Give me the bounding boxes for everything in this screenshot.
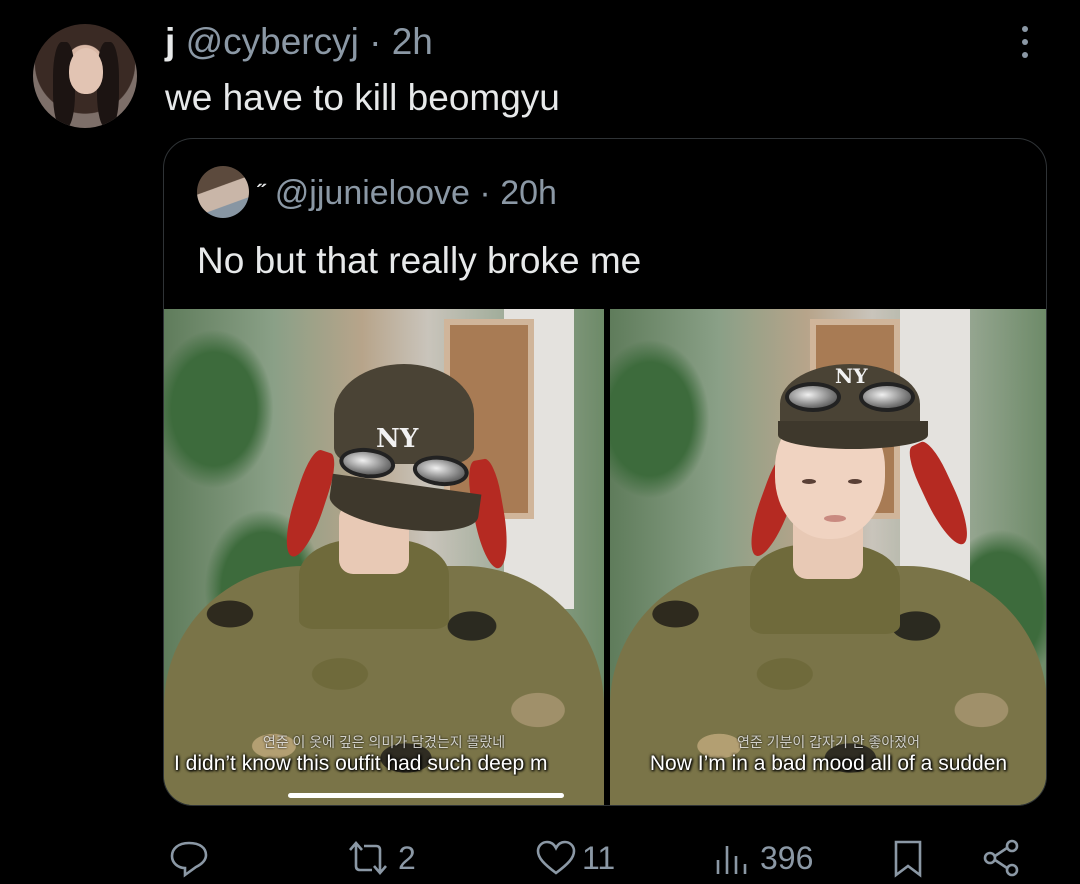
like-icon: [536, 840, 576, 875]
share-icon: [983, 839, 1019, 877]
media-scroll-indicator[interactable]: [288, 793, 564, 798]
quote-time: 20h: [500, 174, 557, 212]
view-count: 396: [760, 839, 814, 876]
quote-text: No but that really broke me: [197, 240, 642, 281]
subtitle-english: I didn’t know this outfit had such deep …: [174, 752, 548, 775]
quoted-tweet[interactable]: ˝ @jjunieloove · 20h No but that really …: [163, 138, 1047, 806]
retweet-count: 2: [398, 839, 416, 876]
like-button[interactable]: 11: [534, 838, 615, 878]
media-image-right[interactable]: NY 연준 기분이 갑자기 안 좋아졌어 Now I’m in a bad mo…: [610, 309, 1046, 805]
avatar-face: [69, 48, 103, 94]
media-image-left[interactable]: NY 연준 이 옷에 깊은 의미가 담겼는지 몰랐네 I didn’t know…: [164, 309, 604, 805]
tweet-header: j @cybercyj · 2h: [165, 20, 433, 64]
views-icon: [716, 846, 747, 874]
reply-icon: [170, 841, 208, 878]
eye-right: [848, 479, 862, 484]
share-button[interactable]: [980, 838, 1024, 878]
retweet-icon: [349, 841, 387, 875]
goggle-lens: [859, 382, 915, 412]
eye-left: [802, 479, 816, 484]
subtitle-korean: 연준 이 옷에 깊은 의미가 담겼는지 몰랐네: [262, 734, 506, 750]
quote-author-handle[interactable]: @jjunieloove: [275, 174, 470, 212]
goggle-lens: [337, 445, 397, 481]
meta-separator: ·: [369, 21, 382, 62]
author-handle[interactable]: @cybercyj: [186, 21, 359, 62]
goggle-lens: [411, 453, 471, 489]
quote-author-avatar[interactable]: [197, 166, 249, 218]
tweet-text: we have to kill beomgyu: [165, 77, 560, 118]
quote-header: ˝ @jjunieloove · 20h: [258, 173, 557, 213]
subtitle-english: Now I’m in a bad mood all of a sudden: [649, 752, 1008, 775]
like-count: 11: [582, 839, 616, 876]
quote-meta-separator: ·: [479, 174, 491, 212]
more-icon[interactable]: [1010, 22, 1040, 62]
views-button[interactable]: 396: [712, 838, 813, 878]
quote-author-name[interactable]: ˝: [258, 180, 265, 205]
bookmark-icon: [894, 840, 922, 878]
tweet-time[interactable]: 2h: [392, 21, 433, 62]
action-bar: 2 11 396: [0, 836, 1080, 884]
cap-brim: [778, 421, 928, 449]
goggles: [785, 379, 915, 415]
subtitle-korean: 연준 기분이 갑자기 안 좋아졌어: [737, 734, 920, 750]
author-avatar[interactable]: [33, 24, 137, 128]
reply-button[interactable]: [168, 838, 214, 878]
mouth: [824, 515, 846, 522]
retweet-button[interactable]: 2: [342, 838, 416, 878]
bookmark-button[interactable]: [888, 838, 928, 878]
goggle-lens: [785, 382, 841, 412]
author-name[interactable]: j: [165, 21, 175, 62]
